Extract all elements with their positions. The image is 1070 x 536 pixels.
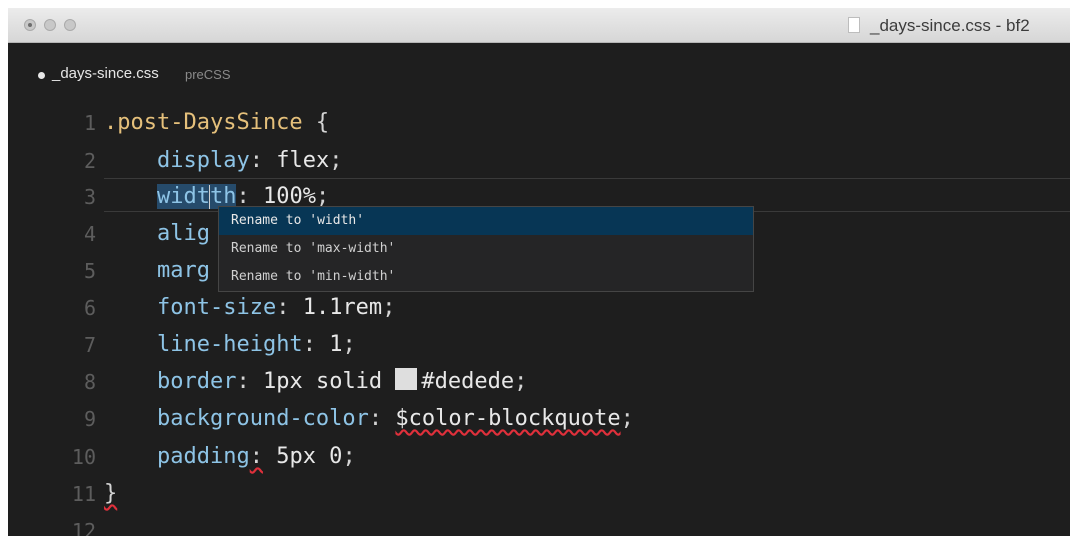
line-number: 6 — [83, 296, 96, 320]
line-number: 12 — [71, 519, 96, 536]
code-line[interactable]: 8 border: 1px solid #dedede; — [8, 365, 1070, 402]
code-line[interactable]: 1 .post-DaysSince { — [8, 106, 1070, 143]
line-number: 9 — [83, 407, 96, 431]
line-number: 7 — [83, 333, 96, 357]
css-property: marg — [156, 258, 210, 283]
color-swatch[interactable] — [395, 368, 418, 390]
tab-filename[interactable]: _days-since.css — [52, 65, 159, 82]
line-number: 11 — [71, 482, 96, 506]
css-property: background-color — [156, 406, 369, 431]
editor-window: _days-since.css - bf2 _days-since.css pr… — [8, 8, 1070, 536]
css-property: alig — [156, 221, 210, 246]
line-number: 8 — [83, 370, 96, 394]
syntax-error-marker: : — [249, 444, 263, 469]
code-line[interactable]: 7 line-height: 1; — [8, 328, 1070, 365]
closing-brace: } — [104, 481, 118, 506]
code-line[interactable]: 12 — [8, 514, 1070, 536]
code-editor[interactable]: _days-since.css preCSS 1 .post-DaysSince… — [8, 8, 1070, 536]
line-number: 1 — [83, 111, 96, 135]
suggestion-rename-min-width[interactable]: Rename to 'min-width' — [219, 263, 753, 291]
css-property: border — [156, 369, 237, 394]
line-number: 4 — [83, 222, 96, 246]
css-property: line-height — [156, 332, 303, 357]
unsaved-dot-icon — [38, 72, 45, 79]
css-variable-error: $color-blockquote — [395, 406, 621, 431]
css-property: display — [156, 148, 250, 173]
code-line[interactable]: 2 display: flex; — [8, 144, 1070, 181]
code-line[interactable]: 11 } — [8, 477, 1070, 514]
tab-language: preCSS — [185, 67, 231, 82]
line-number: 3 — [83, 185, 96, 209]
code-line[interactable]: 6 font-size: 1.1rem; — [8, 291, 1070, 328]
line-number: 10 — [71, 445, 96, 469]
code-line[interactable]: 10 padding: 5px 0; — [8, 440, 1070, 477]
css-selector: .post-DaysSince — [104, 110, 303, 135]
line-number: 5 — [83, 259, 96, 283]
css-property-highlighted: widt — [156, 184, 210, 209]
code-line[interactable]: 9 background-color: $color-blockquote; — [8, 402, 1070, 439]
line-number: 2 — [83, 149, 96, 173]
suggestion-rename-width[interactable]: Rename to 'width' — [219, 207, 753, 235]
rename-suggestions-popup: Rename to 'width' Rename to 'max-width' … — [218, 206, 754, 292]
suggestion-rename-max-width[interactable]: Rename to 'max-width' — [219, 235, 753, 263]
css-property: font-size — [156, 295, 277, 320]
css-property: padding — [156, 444, 250, 469]
